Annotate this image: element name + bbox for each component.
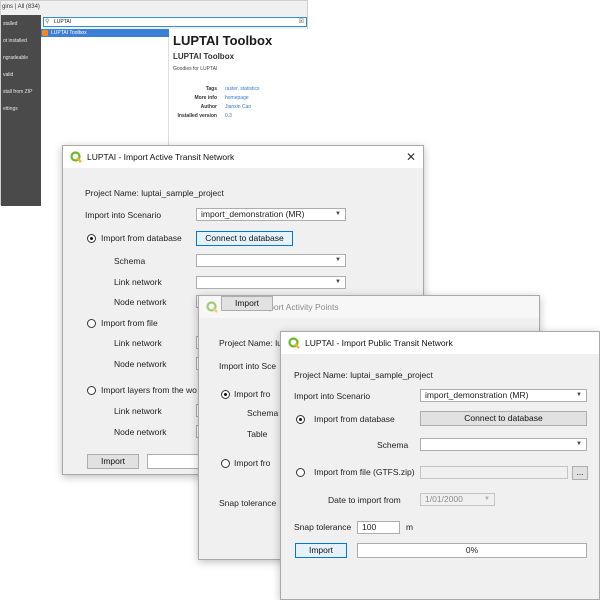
snap-tolerance-label: Snap tolerance bbox=[294, 522, 352, 532]
import-button[interactable]: Import bbox=[221, 296, 273, 311]
browse-button[interactable]: ... bbox=[572, 466, 588, 480]
dialog-title: LUPTAI - Import Active Transit Network bbox=[87, 152, 235, 162]
dialog-titlebar: LUPTAI - Import Public Transit Network bbox=[281, 332, 599, 354]
qgis-logo-icon bbox=[70, 151, 82, 163]
node-network-layer-label: Node network bbox=[114, 427, 167, 437]
meta-key-more-info: More info bbox=[194, 95, 218, 101]
plugin-checkbox-icon[interactable] bbox=[42, 30, 48, 36]
meta-value-tags[interactable]: raster, statistics bbox=[225, 86, 259, 92]
progress-text: 0% bbox=[465, 545, 479, 555]
scenario-label: Import into Sce bbox=[219, 361, 277, 371]
scenario-select-value: import_demonstration (MR) bbox=[201, 209, 305, 219]
connect-database-button[interactable]: Connect to database bbox=[420, 411, 587, 426]
import-layers-label: Import layers from the wo bbox=[101, 385, 197, 395]
radio-import-file[interactable] bbox=[87, 319, 96, 328]
radio-import-file[interactable] bbox=[221, 459, 230, 468]
sidebar-item-install-zip[interactable]: stall from ZIP bbox=[1, 85, 41, 99]
schema-select[interactable]: ▼ bbox=[420, 438, 587, 451]
progress-bar: 0% bbox=[357, 543, 587, 558]
import-button[interactable]: Import bbox=[295, 543, 347, 558]
sidebar-item-not-installed[interactable]: ot installed bbox=[1, 34, 41, 48]
plugin-search-value: LUPTAI bbox=[54, 19, 72, 25]
plugin-search-input[interactable]: ⚲ LUPTAI ☒ bbox=[43, 17, 307, 27]
import-button[interactable]: Import bbox=[87, 454, 139, 469]
scenario-label: Import into Scenario bbox=[294, 391, 371, 401]
scenario-select[interactable]: import_demonstration (MR) ▼ bbox=[420, 389, 587, 402]
plugin-detail-subheading: LUPTAI Toolbox bbox=[173, 52, 235, 61]
snap-unit-label: m bbox=[406, 522, 414, 532]
meta-key-tags: Tags bbox=[205, 86, 217, 92]
import-file-label: Import from file (GTFS.zip) bbox=[314, 467, 415, 477]
scenario-label: Import into Scenario bbox=[85, 210, 162, 220]
date-import-label: Date to import from bbox=[328, 495, 401, 505]
qgis-logo-icon bbox=[288, 337, 300, 349]
link-network-file-label: Link network bbox=[114, 338, 162, 348]
plugin-detail-description: Goodies for LUPTAI bbox=[173, 66, 218, 72]
meta-value-homepage-link[interactable]: homepage bbox=[225, 95, 249, 101]
chevron-down-icon: ▼ bbox=[484, 496, 490, 502]
import-database-label: Import fro bbox=[234, 389, 271, 399]
schema-label: Schema bbox=[247, 408, 279, 418]
schema-select[interactable]: ▼ bbox=[196, 254, 346, 267]
connect-database-button[interactable]: Connect to database bbox=[196, 231, 293, 246]
chevron-down-icon: ▼ bbox=[335, 257, 341, 263]
qgis-logo-icon bbox=[206, 301, 218, 313]
import-database-label: Import from database bbox=[101, 233, 182, 243]
radio-import-database[interactable] bbox=[221, 390, 230, 399]
chevron-down-icon: ▼ bbox=[335, 211, 341, 217]
dialog-import-public-transit: LUPTAI - Import Public Transit Network P… bbox=[280, 331, 600, 600]
link-network-layer-label: Link network bbox=[114, 406, 162, 416]
plugin-manager-sidebar: stalled ot installed ngradeable valid st… bbox=[1, 15, 41, 206]
date-import-value: 1/01/2000 bbox=[425, 494, 463, 504]
project-name-label: Project Name: lu bbox=[219, 338, 282, 348]
scenario-select-value: import_demonstration (MR) bbox=[425, 390, 529, 400]
scenario-select[interactable]: import_demonstration (MR) ▼ bbox=[196, 208, 346, 221]
plugin-list-label: LUPTAI Toolbox bbox=[51, 30, 87, 36]
project-name-label: Project Name: luptai_sample_project bbox=[294, 370, 433, 380]
import-file-label: Import fro bbox=[234, 458, 271, 468]
sidebar-item-invalid[interactable]: valid bbox=[1, 68, 41, 82]
schema-label: Schema bbox=[114, 256, 146, 266]
radio-import-database[interactable] bbox=[296, 415, 305, 424]
meta-key-installed-version: Installed version bbox=[177, 113, 217, 119]
sidebar-item-installed[interactable]: stalled bbox=[1, 17, 41, 31]
meta-key-author: Author bbox=[200, 104, 217, 110]
plugin-manager-title: gins | All (834) bbox=[2, 4, 40, 10]
radio-import-database[interactable] bbox=[87, 234, 96, 243]
list-item[interactable]: LUPTAI Toolbox bbox=[41, 29, 169, 37]
link-network-label: Link network bbox=[114, 277, 162, 287]
chevron-down-icon: ▼ bbox=[576, 392, 582, 398]
dialog-titlebar: LUPTAI - Import Active Transit Network ✕ bbox=[63, 146, 423, 168]
plugin-detail-heading: LUPTAI Toolbox bbox=[173, 33, 273, 48]
chevron-down-icon: ▼ bbox=[335, 279, 341, 285]
dialog-title: LUPTAI - Import Public Transit Network bbox=[305, 338, 453, 348]
link-network-select[interactable]: ▼ bbox=[196, 276, 346, 289]
date-import-select[interactable]: 1/01/2000 ▼ bbox=[420, 493, 495, 506]
import-database-label: Import from database bbox=[314, 414, 395, 424]
clear-search-icon[interactable]: ☒ bbox=[299, 18, 304, 26]
radio-import-layers[interactable] bbox=[87, 386, 96, 395]
meta-value-installed-version: 0.3 bbox=[225, 113, 232, 119]
snap-tolerance-value: 100 bbox=[362, 522, 377, 532]
schema-label: Schema bbox=[377, 440, 409, 450]
snap-tolerance-input[interactable]: 100 bbox=[357, 521, 400, 534]
meta-value-author[interactable]: Jianxin Cao bbox=[225, 104, 251, 110]
radio-import-file[interactable] bbox=[296, 468, 305, 477]
import-file-label: Import from file bbox=[101, 318, 158, 328]
sidebar-item-settings[interactable]: ettings bbox=[1, 102, 41, 116]
search-icon: ⚲ bbox=[45, 19, 50, 25]
node-network-label: Node network bbox=[114, 297, 167, 307]
close-icon[interactable]: ✕ bbox=[406, 146, 416, 168]
snap-tolerance-label: Snap tolerance bbox=[219, 498, 277, 508]
gtfs-file-path-field[interactable] bbox=[420, 466, 568, 479]
sidebar-item-upgradeable[interactable]: ngradeable bbox=[1, 51, 41, 65]
table-label: Table bbox=[247, 429, 268, 439]
chevron-down-icon: ▼ bbox=[576, 441, 582, 447]
node-network-file-label: Node network bbox=[114, 359, 167, 369]
project-name-label: Project Name: luptai_sample_project bbox=[85, 188, 224, 198]
